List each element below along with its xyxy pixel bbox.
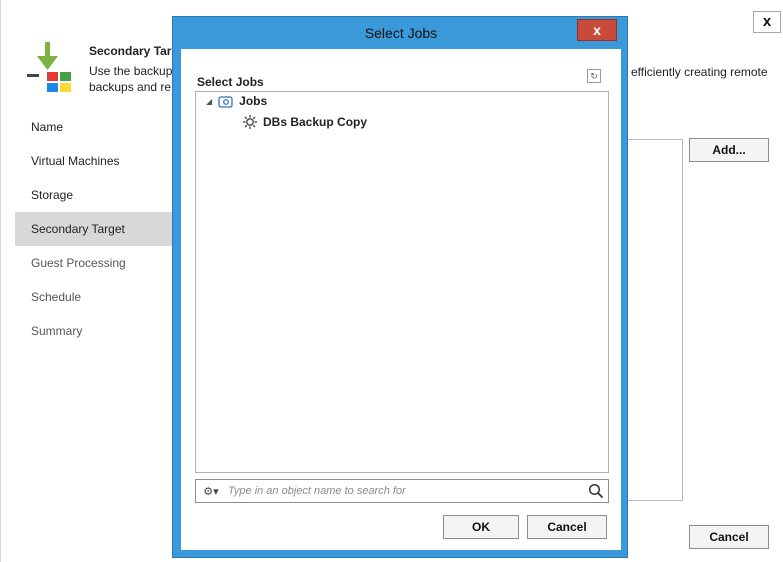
- wizard-description-continued: efficiently creating remote: [631, 65, 768, 79]
- select-jobs-label: Select Jobs: [197, 75, 264, 89]
- search-input[interactable]: [226, 484, 584, 498]
- refresh-icon[interactable]: ↻: [587, 69, 601, 83]
- dialog-body: Select Jobs ↻ ◢ Jobs DBs Backup Copy ⚙▾ …: [181, 49, 621, 550]
- nav-step-guest-processing[interactable]: Guest Processing: [15, 246, 173, 280]
- select-jobs-dialog: Select Jobs x Select Jobs ↻ ◢ Jobs DBs B…: [172, 16, 628, 558]
- wizard-steps-nav: Name Virtual Machines Storage Secondary …: [15, 110, 173, 348]
- nav-step-storage[interactable]: Storage: [15, 178, 173, 212]
- nav-step-virtual-machines[interactable]: Virtual Machines: [15, 144, 173, 178]
- search-filter-gear-icon[interactable]: ⚙▾: [196, 485, 226, 498]
- tree-node-jobs-label: Jobs: [239, 94, 268, 108]
- wizard-close-button[interactable]: x: [753, 11, 781, 33]
- tree-node-jobs[interactable]: ◢ Jobs: [206, 94, 267, 108]
- wizard-description-line-2: backups and re: [89, 80, 172, 94]
- wizard-title: Secondary Targ: [89, 44, 179, 58]
- dialog-cancel-button[interactable]: Cancel: [527, 515, 607, 539]
- jobs-folder-icon: [218, 94, 234, 108]
- wizard-cancel-button[interactable]: Cancel: [689, 525, 769, 549]
- search-bar: ⚙▾: [195, 479, 609, 503]
- dialog-titlebar[interactable]: Select Jobs x: [173, 17, 627, 47]
- nav-step-summary[interactable]: Summary: [15, 314, 173, 348]
- backup-copy-job-icon: [242, 114, 258, 130]
- wizard-description-line-1: Use the backup: [89, 64, 173, 78]
- secondary-targets-list[interactable]: [627, 139, 683, 501]
- dialog-title: Select Jobs: [364, 25, 438, 41]
- tree-node-job-label: DBs Backup Copy: [263, 115, 368, 129]
- ok-button[interactable]: OK: [443, 515, 519, 539]
- jobs-tree[interactable]: ◢ Jobs DBs Backup Copy: [195, 91, 609, 473]
- nav-step-name[interactable]: Name: [15, 110, 173, 144]
- dialog-close-button[interactable]: x: [577, 19, 617, 41]
- tree-node-job[interactable]: DBs Backup Copy: [242, 114, 367, 130]
- nav-step-schedule[interactable]: Schedule: [15, 280, 173, 314]
- backup-target-icon: [23, 40, 79, 96]
- wizard-description: Use the backup backups and re: [89, 63, 172, 95]
- search-icon[interactable]: [584, 483, 608, 499]
- add-button[interactable]: Add...: [689, 138, 769, 162]
- nav-step-secondary-target[interactable]: Secondary Target: [15, 212, 173, 246]
- collapse-arrow-icon[interactable]: ◢: [206, 97, 212, 106]
